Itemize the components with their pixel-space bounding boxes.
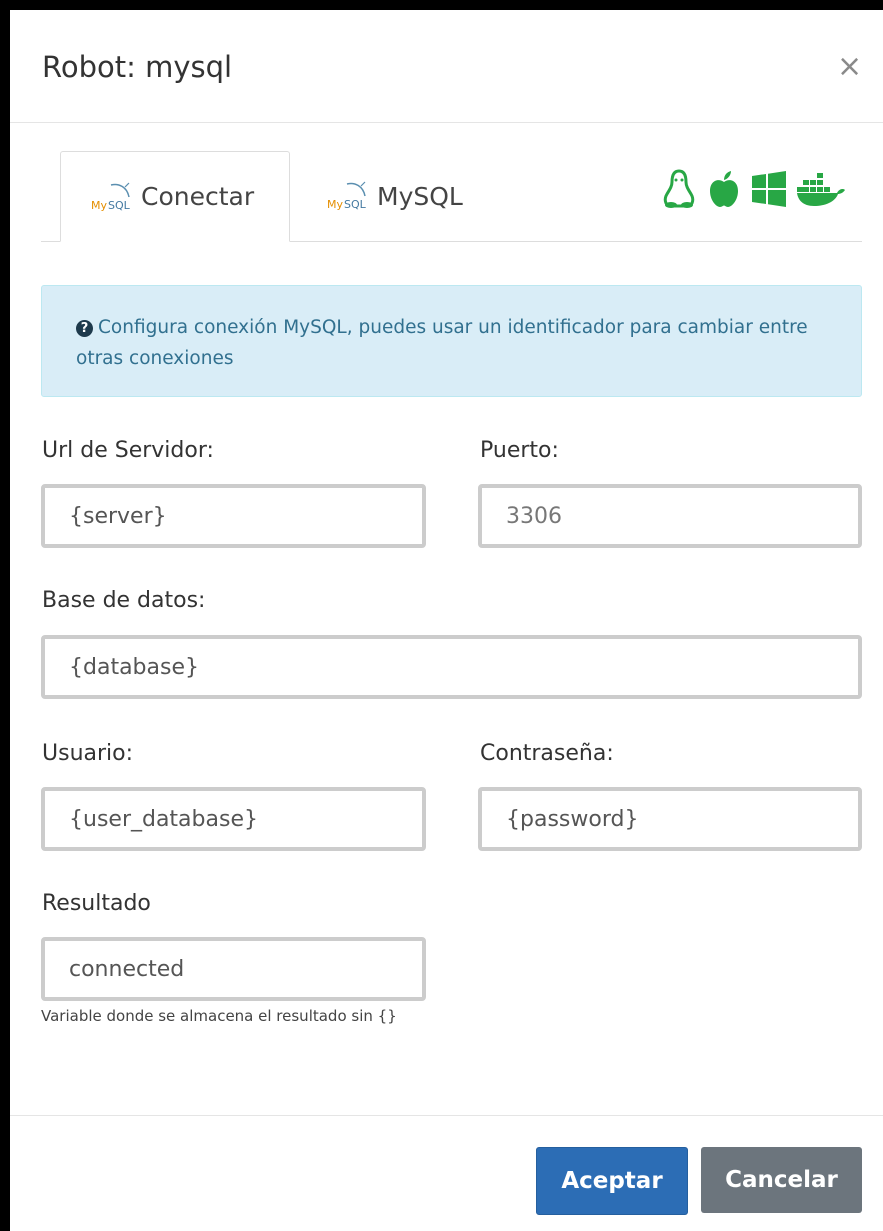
robot-modal: Robot: mysql × My SQL Conectar My SQL My… [10,10,883,1231]
docker-icon [797,173,845,206]
modal-footer: Aceptar Cancelar [10,1115,883,1231]
svg-text:My: My [91,199,107,212]
password-input[interactable]: {password} [478,787,862,851]
accept-button[interactable]: Aceptar [536,1147,688,1215]
modal-title: Robot: mysql [42,50,233,84]
database-label: Base de datos: [42,588,206,613]
question-circle-icon: ? [76,320,93,337]
result-input[interactable]: connected [41,937,426,1001]
server-label: Url de Servidor: [42,438,214,463]
platform-icons [661,169,845,209]
server-input[interactable]: {server} [41,484,426,548]
tab-bar: My SQL Conectar My SQL MySQL [41,151,862,242]
info-alert: ? Configura conexión MySQL, puedes usar u… [41,285,862,397]
mysql-logo-icon: My SQL [327,181,367,211]
user-label: Usuario: [42,741,134,766]
linux-icon [663,169,695,208]
result-label: Resultado [42,891,151,916]
user-input[interactable]: {user_database} [41,787,426,851]
tab-mysql[interactable]: My SQL MySQL [317,151,487,241]
database-input[interactable]: {database} [41,635,862,699]
result-hint: Variable donde se almacena el resultado … [41,1007,397,1025]
mysql-logo-icon: My SQL [91,182,131,212]
password-label: Contraseña: [480,741,614,766]
cancel-button[interactable]: Cancelar [701,1147,862,1213]
apple-icon [710,171,738,207]
port-input[interactable]: 3306 [478,484,862,548]
close-icon[interactable]: × [837,52,862,82]
windows-icon [752,171,786,207]
port-label: Puerto: [480,438,559,463]
tab-conectar-label: Conectar [141,182,255,211]
tab-mysql-label: MySQL [377,181,463,211]
modal-header: Robot: mysql × [10,10,883,123]
alert-text: Configura conexión MySQL, puedes usar un… [76,317,808,369]
svg-text:SQL: SQL [108,199,131,212]
svg-text:My: My [327,198,343,211]
svg-text:SQL: SQL [344,198,367,211]
tab-conectar[interactable]: My SQL Conectar [60,151,290,242]
